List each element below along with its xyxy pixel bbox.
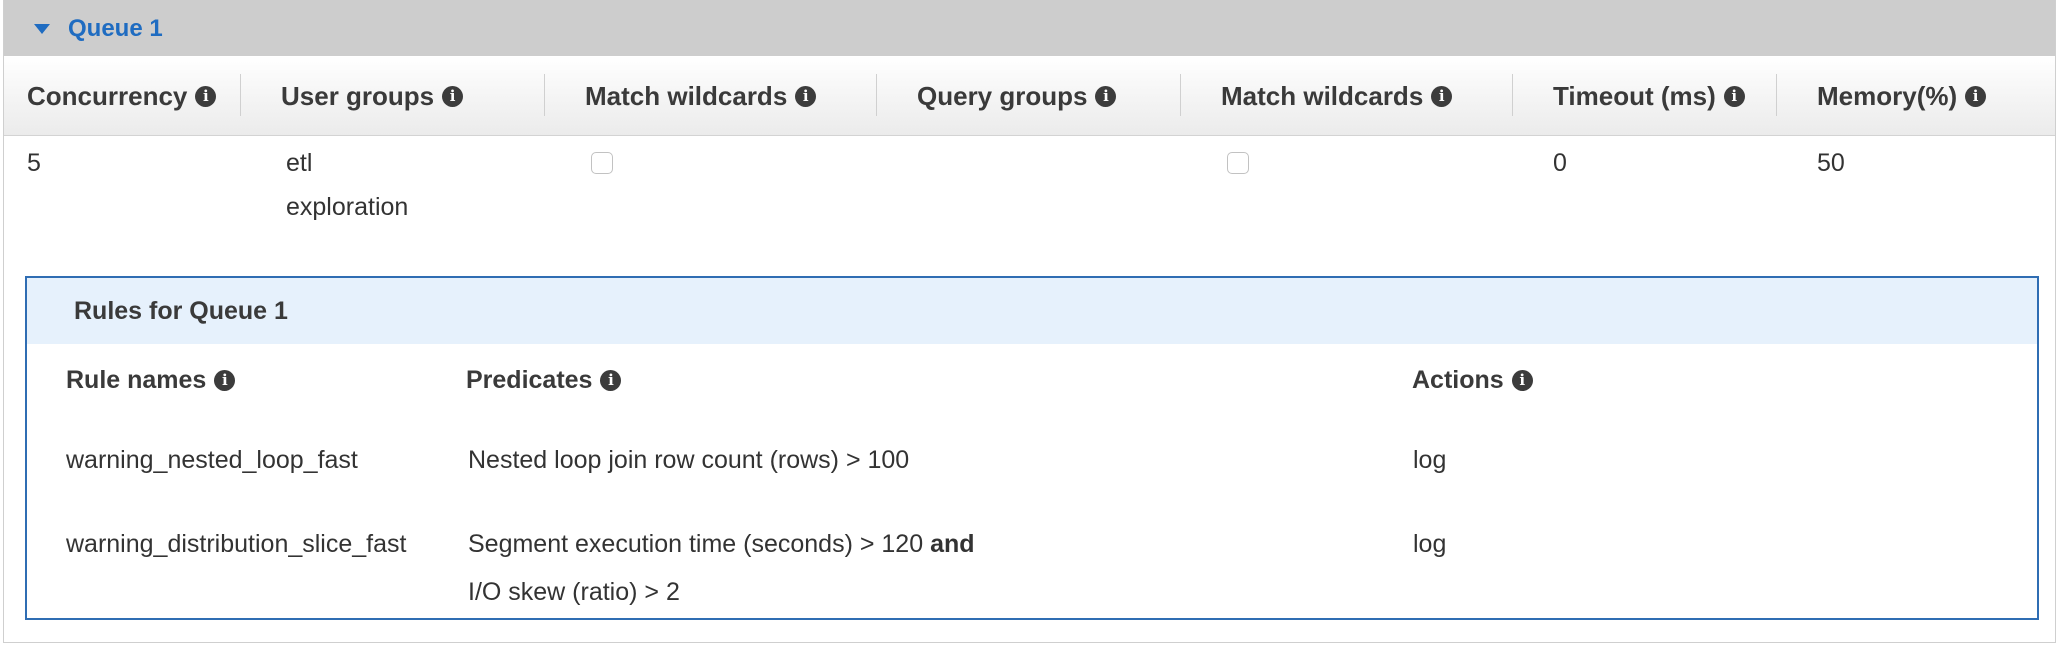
- rules-header: Rules for Queue 1: [27, 278, 2037, 344]
- rule-name: warning_distribution_slice_fast: [66, 530, 407, 558]
- info-icon[interactable]: i: [795, 85, 817, 107]
- rules-column-header-actions: Actions i: [1412, 360, 1533, 400]
- queue-header: Queue 1: [4, 0, 2055, 56]
- column-header-match-wildcards-users: Match wildcards i: [585, 56, 817, 136]
- info-icon[interactable]: i: [195, 85, 217, 107]
- info-icon[interactable]: i: [1511, 369, 1533, 391]
- rules-column-header-names: Rule names i: [66, 360, 236, 400]
- queue-panel: Queue 1 Concurrency i User groups i Match …: [3, 0, 2056, 643]
- column-divider: [1776, 74, 1777, 116]
- column-header-concurrency: Concurrency i: [27, 56, 217, 136]
- column-header-timeout: Timeout (ms) i: [1553, 56, 1745, 136]
- info-icon[interactable]: i: [1431, 85, 1453, 107]
- timeout-value: 0: [1553, 149, 1567, 177]
- column-header-user-groups: User groups i: [281, 56, 464, 136]
- info-icon[interactable]: i: [214, 369, 236, 391]
- info-icon[interactable]: i: [1723, 85, 1745, 107]
- column-divider: [240, 74, 241, 116]
- user-groups-wildcard-checkbox[interactable]: [591, 152, 613, 174]
- column-header-match-wildcards-queries: Match wildcards i: [1221, 56, 1453, 136]
- rules-box: Rules for Queue 1 Rule names i Predicates…: [25, 276, 2039, 620]
- memory-value: 50: [1817, 149, 1845, 177]
- column-divider: [544, 74, 545, 116]
- info-icon[interactable]: i: [600, 369, 622, 391]
- info-icon[interactable]: i: [1095, 85, 1117, 107]
- column-divider: [1512, 74, 1513, 116]
- concurrency-value: 5: [27, 149, 41, 177]
- rule-action: log: [1413, 446, 1447, 474]
- rule-predicate: Nested loop join row count (rows) > 100: [468, 446, 910, 474]
- column-divider: [876, 74, 877, 116]
- column-header-memory: Memory(%) i: [1817, 56, 1987, 136]
- predicate-connector: and: [930, 530, 975, 558]
- user-group-item: etl: [286, 149, 313, 177]
- caret-down-icon[interactable]: [34, 24, 50, 34]
- queue-title[interactable]: Queue 1: [68, 15, 163, 43]
- column-header-query-groups: Query groups i: [917, 56, 1117, 136]
- query-groups-wildcard-checkbox[interactable]: [1227, 152, 1249, 174]
- column-divider: [1180, 74, 1181, 116]
- rules-title: Rules for Queue 1: [74, 296, 288, 325]
- rule-predicate: Segment execution time (seconds) > 120 a…: [468, 530, 975, 606]
- user-group-item: exploration: [286, 193, 409, 221]
- info-icon[interactable]: i: [1965, 85, 1987, 107]
- user-groups-value: etl exploration: [286, 141, 408, 229]
- info-icon[interactable]: i: [442, 85, 464, 107]
- rule-action: log: [1413, 530, 1447, 558]
- queue-collapse-toggle[interactable]: Queue 1: [34, 14, 163, 44]
- rules-column-header-predicates: Predicates i: [466, 360, 622, 400]
- queue-column-headers: Concurrency i User groups i Match wildcard…: [4, 56, 2055, 136]
- rule-name: warning_nested_loop_fast: [66, 446, 358, 474]
